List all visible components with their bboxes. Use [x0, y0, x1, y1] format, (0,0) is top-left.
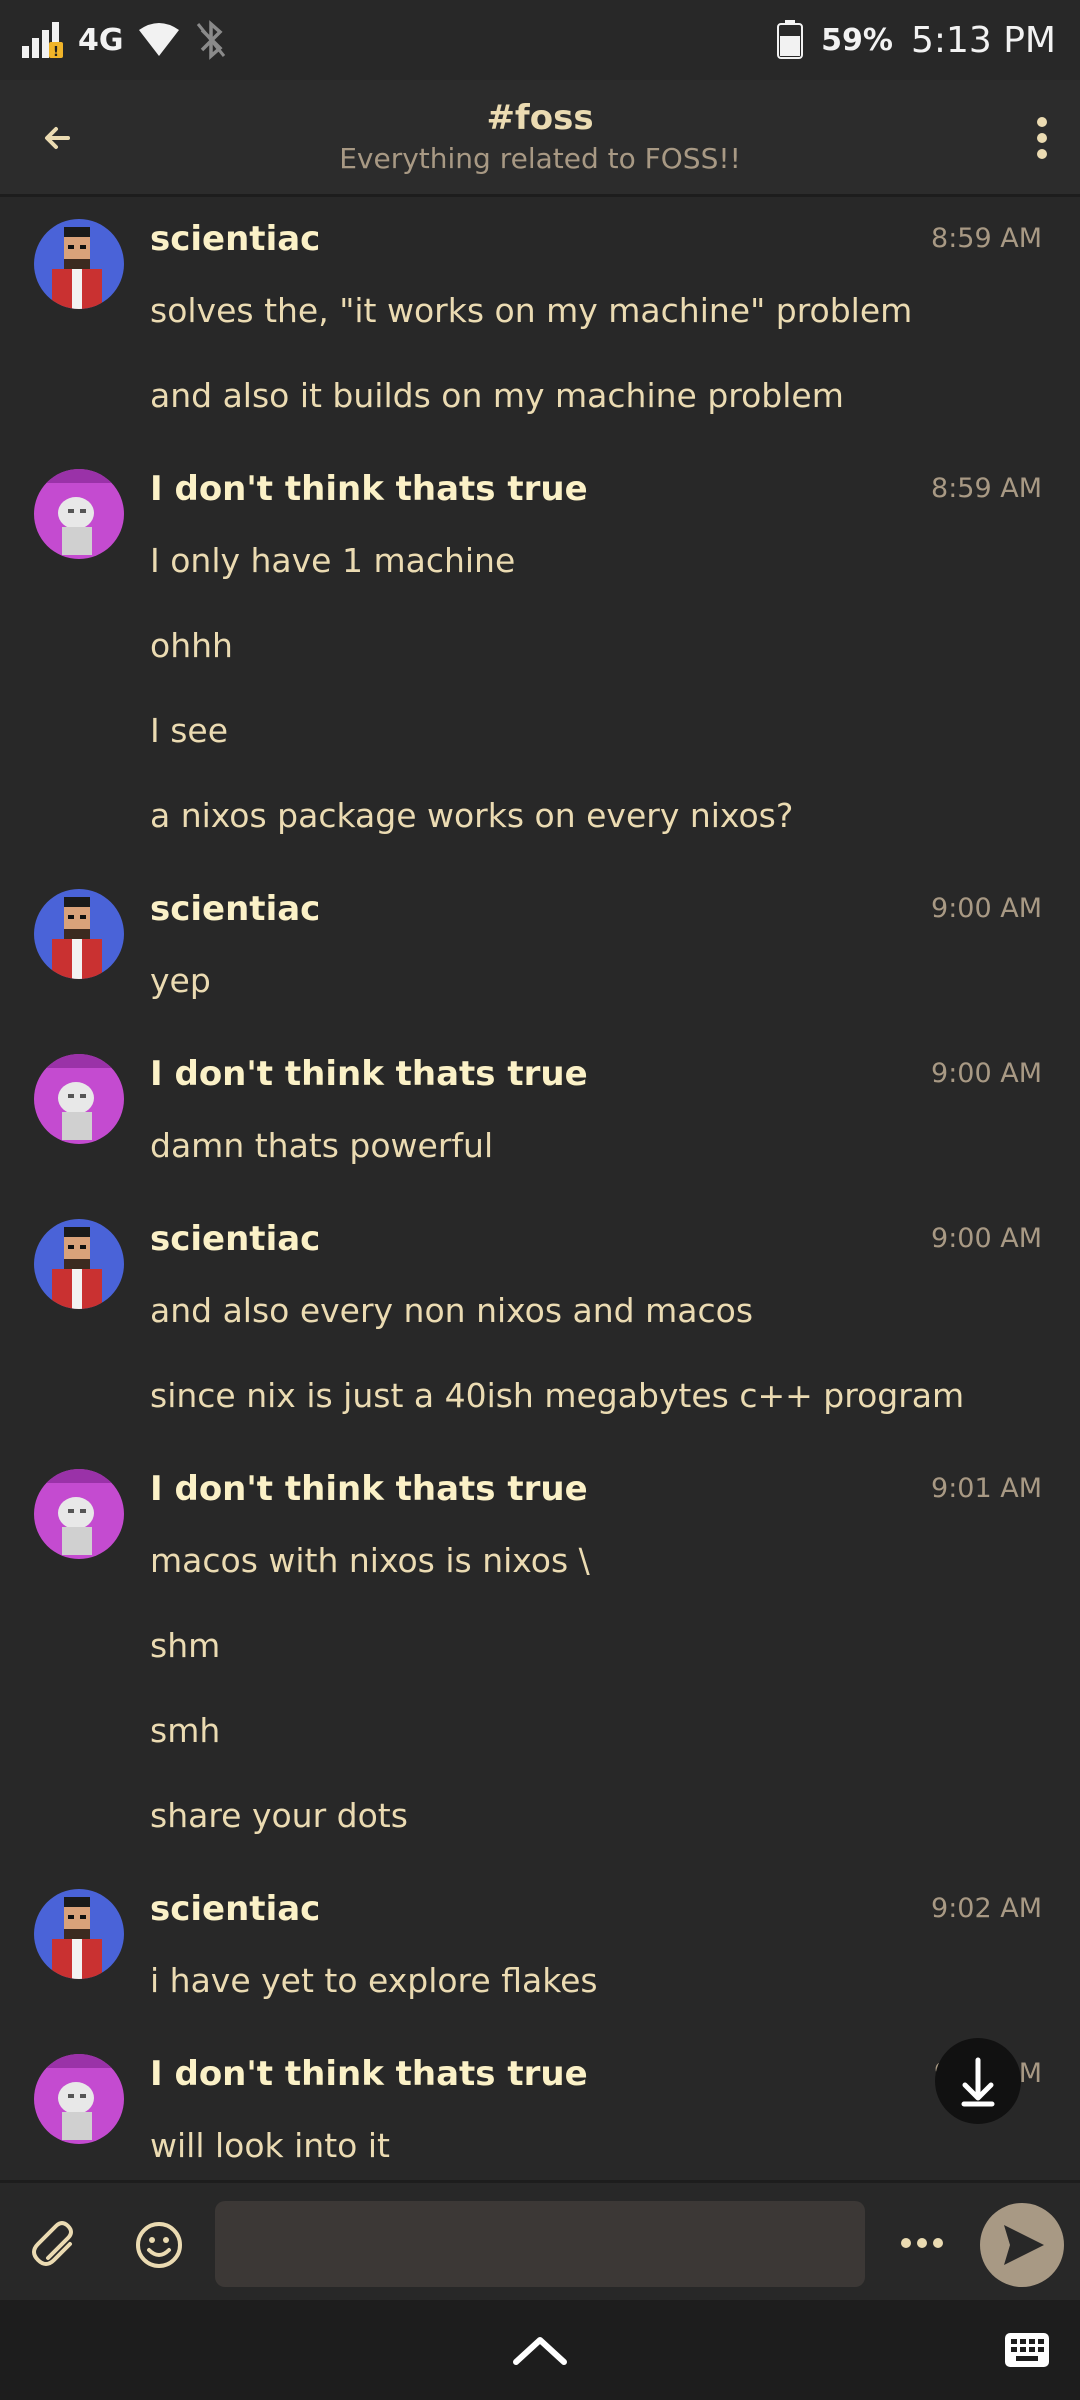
- message-text[interactable]: I see: [150, 711, 228, 750]
- message-text[interactable]: macos with nixos is nixos \: [150, 1541, 590, 1580]
- chevron-up-icon[interactable]: [510, 2330, 570, 2370]
- avatar[interactable]: [34, 2054, 124, 2144]
- message-timestamp: 9:02 AM: [931, 1893, 1042, 1924]
- network-type: 4G: [78, 22, 124, 58]
- message-timestamp: 9:01 AM: [931, 1473, 1042, 1504]
- message-author[interactable]: scientiac: [150, 889, 320, 929]
- message-group: I don't think thats true 9:0? AM will lo…: [0, 2032, 1080, 2180]
- message-group: scientiac 9:00 AM and also every non nix…: [0, 1197, 1080, 1442]
- avatar[interactable]: [34, 1054, 124, 1144]
- message-text[interactable]: solves the, "it works on my machine" pro…: [150, 291, 912, 330]
- send-button[interactable]: [980, 2203, 1064, 2287]
- battery-icon: [777, 20, 804, 59]
- message-timestamp: 9:00 AM: [931, 1058, 1042, 1089]
- signal-icon: !: [22, 22, 63, 60]
- anime-avatar-icon: [34, 1054, 124, 1144]
- message-text[interactable]: shm: [150, 1626, 220, 1665]
- battery-percentage: 59%: [821, 22, 893, 58]
- avatar[interactable]: [34, 889, 124, 979]
- jump-to-latest-button[interactable]: [935, 2038, 1021, 2124]
- message-text[interactable]: ohhh: [150, 626, 233, 665]
- anime-avatar-icon: [34, 1469, 124, 1559]
- message-timestamp: 8:59 AM: [931, 223, 1042, 254]
- message-group: I don't think thats true 9:01 AM macos w…: [0, 1447, 1080, 1867]
- avatar[interactable]: [34, 469, 124, 559]
- message-text[interactable]: I only have 1 machine: [150, 541, 515, 580]
- more-horizontal-icon[interactable]: [896, 2223, 948, 2263]
- keyboard-icon[interactable]: [1004, 2332, 1050, 2368]
- message-text[interactable]: and also every non nixos and macos: [150, 1291, 753, 1330]
- message-input[interactable]: [215, 2201, 865, 2287]
- message-author[interactable]: I don't think thats true: [150, 1054, 588, 1094]
- message-timestamp: 9:00 AM: [931, 1223, 1042, 1254]
- message-group: I don't think thats true 9:00 AM damn th…: [0, 1032, 1080, 1192]
- message-group: scientiac 8:59 AM solves the, "it works …: [0, 197, 1080, 437]
- message-text[interactable]: and also it builds on my machine problem: [150, 376, 844, 415]
- pixel-art-avatar-icon: [34, 1889, 124, 1979]
- emoji-icon[interactable]: [132, 2218, 186, 2272]
- message-group: scientiac 9:02 AM i have yet to explore …: [0, 1867, 1080, 2027]
- channel-title[interactable]: #foss: [0, 98, 1080, 138]
- status-bar: ! 4G 59% 5:13 PM: [0, 0, 1080, 80]
- message-text[interactable]: yep: [150, 961, 211, 1000]
- bluetooth-icon: [196, 20, 225, 60]
- pixel-art-avatar-icon: [34, 219, 124, 309]
- message-composer: [0, 2180, 1080, 2303]
- message-text[interactable]: smh: [150, 1711, 220, 1750]
- avatar[interactable]: [34, 1889, 124, 1979]
- pixel-art-avatar-icon: [34, 889, 124, 979]
- system-navigation-bar: [0, 2300, 1080, 2400]
- attachment-icon[interactable]: [30, 2218, 84, 2272]
- message-text[interactable]: damn thats powerful: [150, 1126, 493, 1165]
- message-text[interactable]: i have yet to explore flakes: [150, 1961, 598, 2000]
- channel-topic: Everything related to FOSS!!: [339, 142, 741, 175]
- arrow-down-icon: [961, 2057, 995, 2107]
- wifi-icon: [138, 23, 179, 56]
- message-text[interactable]: share your dots: [150, 1796, 408, 1835]
- message-author[interactable]: I don't think thats true: [150, 1469, 588, 1509]
- message-text[interactable]: since nix is just a 40ish megabytes c++ …: [150, 1376, 964, 1415]
- svg-text:!: !: [53, 45, 59, 60]
- channel-header: #foss Everything related to FOSS!!: [0, 80, 1080, 197]
- message-author[interactable]: scientiac: [150, 1219, 320, 1259]
- message-text[interactable]: will look into it: [150, 2126, 390, 2165]
- avatar[interactable]: [34, 1469, 124, 1559]
- avatar[interactable]: [34, 1219, 124, 1309]
- more-options-icon[interactable]: [1012, 110, 1072, 166]
- message-group: scientiac 9:00 AM yep: [0, 867, 1080, 1027]
- message-author[interactable]: scientiac: [150, 219, 320, 259]
- message-timestamp: 9:00 AM: [931, 893, 1042, 924]
- anime-avatar-icon: [34, 469, 124, 559]
- avatar[interactable]: [34, 219, 124, 309]
- message-group: I don't think thats true 8:59 AM I only …: [0, 447, 1080, 867]
- message-text[interactable]: a nixos package works on every nixos?: [150, 796, 793, 835]
- message-timeline[interactable]: scientiac 8:59 AM solves the, "it works …: [0, 197, 1080, 2180]
- clock: 5:13 PM: [910, 19, 1056, 61]
- anime-avatar-icon: [34, 2054, 124, 2144]
- send-icon: [1004, 2225, 1044, 2265]
- message-author[interactable]: scientiac: [150, 1889, 320, 1929]
- message-author[interactable]: I don't think thats true: [150, 2054, 588, 2094]
- message-author[interactable]: I don't think thats true: [150, 469, 588, 509]
- message-timestamp: 8:59 AM: [931, 473, 1042, 504]
- pixel-art-avatar-icon: [34, 1219, 124, 1309]
